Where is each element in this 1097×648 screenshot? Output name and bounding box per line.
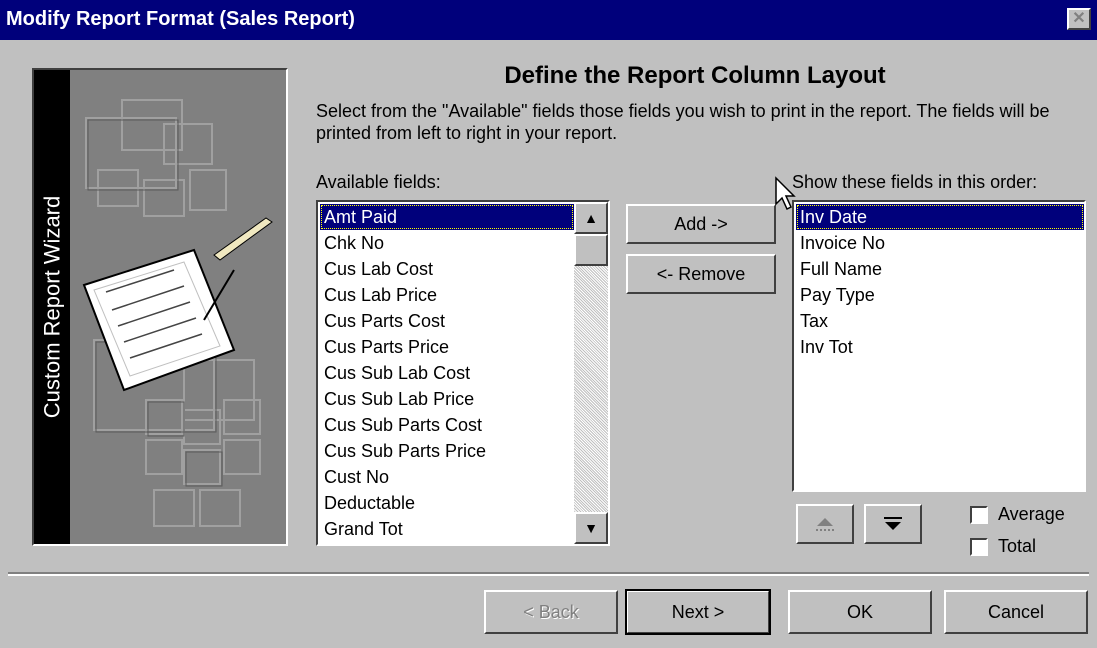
ok-button[interactable]: OK (788, 590, 932, 634)
list-item[interactable]: Cus Sub Parts Price (320, 438, 574, 464)
scroll-down-icon[interactable]: ▼ (574, 512, 608, 544)
back-button[interactable]: < Back (484, 590, 618, 634)
footer-divider (8, 572, 1089, 576)
list-item[interactable]: Full Name (796, 256, 1084, 282)
list-item[interactable]: Inv Date (796, 204, 1084, 230)
total-checkbox[interactable] (970, 537, 988, 556)
list-item[interactable]: Inv Tot (796, 334, 1084, 360)
available-fields-label: Available fields: (316, 172, 441, 192)
list-item[interactable]: Cus Lab Price (320, 282, 574, 308)
selected-fields-label: Show these fields in this order: (792, 172, 1038, 192)
list-item[interactable]: Cust No (320, 464, 574, 490)
available-fields-list[interactable]: Amt Paid Chk No Cus Lab Cost Cus Lab Pri… (316, 200, 610, 546)
move-down-button[interactable] (864, 504, 922, 544)
list-item[interactable]: Cus Parts Price (320, 334, 574, 360)
list-item[interactable]: Cus Parts Cost (320, 308, 574, 334)
report-wizard-graphic (82, 99, 273, 527)
list-item[interactable]: Pay Type (796, 282, 1084, 308)
list-item[interactable]: Tax (796, 308, 1084, 334)
list-item[interactable]: Amt Paid (320, 204, 574, 230)
page-description: Select from the "Available" fields those… (316, 101, 1050, 143)
scrollbar-thumb[interactable] (574, 234, 608, 266)
window-title: Modify Report Format (Sales Report) (6, 8, 355, 30)
wizard-illustration-panel: Custom Report Wizard (32, 68, 288, 546)
add-button[interactable]: Add -> (626, 204, 776, 244)
page-heading: Define the Report Column Layout (504, 62, 886, 89)
total-label: Total (998, 536, 1037, 556)
list-item[interactable]: Cus Sub Lab Cost (320, 360, 574, 386)
title-bar: Modify Report Format (Sales Report) ✕ (0, 0, 1097, 40)
selected-fields-list[interactable]: Inv Date Invoice No Full Name Pay Type T… (792, 200, 1086, 492)
list-item[interactable]: Invoice No (796, 230, 1084, 256)
remove-button[interactable]: <- Remove (626, 254, 776, 294)
list-item[interactable]: Cus Sub Parts Cost (320, 412, 574, 438)
arrow-up-icon (816, 518, 834, 531)
list-item[interactable]: Chk No (320, 230, 574, 256)
total-option[interactable]: Total (970, 536, 1036, 557)
move-up-button[interactable] (796, 504, 854, 544)
average-checkbox[interactable] (970, 505, 988, 524)
list-item[interactable]: Deductable (320, 490, 574, 516)
close-icon[interactable]: ✕ (1067, 8, 1091, 30)
average-option[interactable]: Average (970, 504, 1065, 525)
wizard-side-label: Custom Report Wizard (39, 195, 65, 419)
cancel-button[interactable]: Cancel (944, 590, 1088, 634)
mouse-pointer-icon (775, 176, 796, 211)
wizard-side-strip: Custom Report Wizard (34, 70, 70, 544)
list-item[interactable]: Cus Lab Cost (320, 256, 574, 282)
list-item[interactable]: Cus Sub Lab Price (320, 386, 574, 412)
average-label: Average (998, 504, 1065, 524)
scroll-up-icon[interactable]: ▲ (574, 202, 608, 234)
next-button[interactable]: Next > (625, 589, 771, 635)
arrow-down-icon (884, 517, 902, 530)
available-list-scrollbar[interactable]: ▲ ▼ (574, 202, 608, 544)
list-item[interactable]: Grand Tot (320, 516, 574, 542)
